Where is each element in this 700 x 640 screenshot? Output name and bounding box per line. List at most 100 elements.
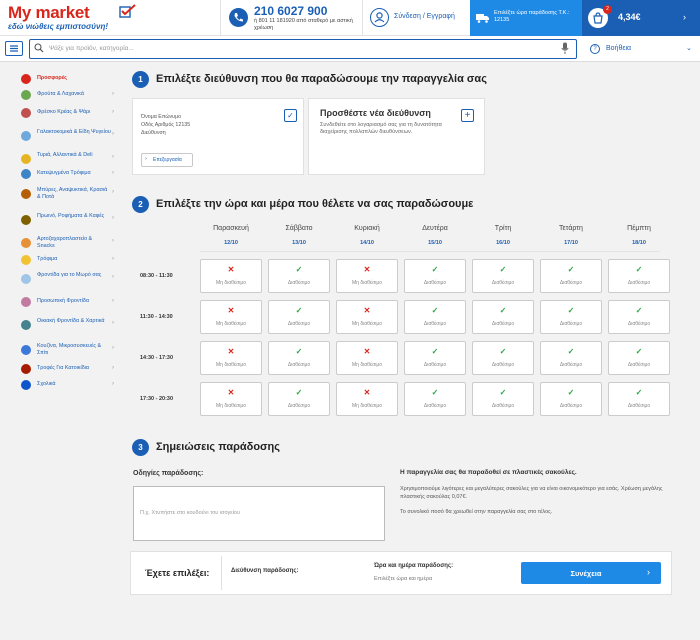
login-link[interactable]: Σύνδεση / Εγγραφή xyxy=(394,13,455,20)
time-slot-label: 08:30 - 11:30 xyxy=(140,273,173,279)
day-date: 12/10 xyxy=(224,240,238,246)
sidebar-item[interactable]: Πρωινό, Ροφήματα & Καφές › xyxy=(0,212,122,229)
available-slot[interactable]: ✓ Διαθέσιμο xyxy=(404,341,466,375)
slot-status: Διαθέσιμο xyxy=(287,403,311,409)
step2-title: Επιλέξτε την ώρα και μέρα που θέλετε να … xyxy=(156,198,474,210)
category-icon xyxy=(21,297,31,307)
sidebar-item[interactable]: Προσφορές xyxy=(0,74,122,91)
sidebar-item[interactable]: Τυριά, Αλλαντικά & Deli › xyxy=(0,151,122,168)
available-slot[interactable]: ✓ Διαθέσιμο xyxy=(540,300,602,334)
available-slot[interactable]: ✓ Διαθέσιμο xyxy=(404,382,466,416)
x-icon: ✕ xyxy=(227,388,235,397)
sidebar-item[interactable]: Φρέσκο Κρέας & Ψάρι › xyxy=(0,108,122,125)
sidebar-item[interactable]: Κατεψυγμένα Τρόφιμα › xyxy=(0,169,122,186)
menu-icon[interactable] xyxy=(5,41,23,56)
check-icon: ✓ xyxy=(635,265,643,274)
user-icon[interactable] xyxy=(370,8,389,27)
available-slot[interactable]: ✓ Διαθέσιμο xyxy=(404,300,466,334)
available-slot[interactable]: ✓ Διαθέσιμο xyxy=(608,300,670,334)
sidebar-item[interactable]: Προσωπική Φροντίδα › xyxy=(0,297,122,314)
bag-info-note: Το συνολικό ποσό θα χρεωθεί στην παραγγε… xyxy=(400,509,553,515)
slot-status: Διαθέσιμο xyxy=(627,362,651,368)
sidebar-item[interactable]: Τροφές Για Κατοικίδια › xyxy=(0,364,122,381)
slot-status: Διαθέσιμο xyxy=(627,403,651,409)
available-slot[interactable]: ✓ Διαθέσιμο xyxy=(608,382,670,416)
available-slot[interactable]: ✓ Διαθέσιμο xyxy=(404,259,466,293)
chevron-right-icon: › xyxy=(112,320,114,326)
chevron-down-icon[interactable]: ⌄ xyxy=(686,44,692,52)
cart-total: 4,34€ xyxy=(618,12,641,22)
check-icon: ✓ xyxy=(431,347,439,356)
sidebar-item[interactable]: Γαλακτοκομικά & Είδη Ψυγείου › xyxy=(0,128,122,145)
available-slot[interactable]: ✓ Διαθέσιμο xyxy=(540,341,602,375)
available-slot[interactable]: ✓ Διαθέσιμο xyxy=(608,259,670,293)
available-slot[interactable]: ✓ Διαθέσιμο xyxy=(608,341,670,375)
available-slot[interactable]: ✓ Διαθέσιμο xyxy=(268,341,330,375)
chevron-right-icon: › xyxy=(112,189,114,195)
sidebar-item[interactable]: Φροντίδα για το Μωρό σας › xyxy=(0,271,122,288)
check-icon: ✓ xyxy=(567,388,575,397)
unavailable-slot: ✕ Μη διαθέσιμο xyxy=(336,300,398,334)
divider xyxy=(200,251,660,252)
step-number: 1 xyxy=(132,71,149,88)
sidebar-item[interactable]: Κουζίνα, Μικροσυσκευές & Σπίτι › xyxy=(0,342,122,359)
slot-status: Διαθέσιμο xyxy=(287,280,311,286)
logo-check-icon xyxy=(119,4,136,18)
phone-number[interactable]: 210 6027 900 xyxy=(254,4,327,18)
check-icon: ✓ xyxy=(295,265,303,274)
available-slot[interactable]: ✓ Διαθέσιμο xyxy=(540,259,602,293)
my-market-logo[interactable]: My market εδώ νιώθεις εμπιστοσύνη! xyxy=(8,3,138,33)
truck-icon xyxy=(476,14,489,23)
category-icon xyxy=(21,74,31,84)
chevron-right-icon: › xyxy=(112,345,114,351)
available-slot[interactable]: ✓ Διαθέσιμο xyxy=(268,382,330,416)
step-number: 3 xyxy=(132,439,149,456)
available-slot[interactable]: ✓ Διαθέσιμο xyxy=(472,341,534,375)
x-icon: ✕ xyxy=(227,306,235,315)
check-icon: ✓ xyxy=(635,388,643,397)
available-slot[interactable]: ✓ Διαθέσιμο xyxy=(540,382,602,416)
slot-status: Διαθέσιμο xyxy=(287,321,311,327)
logo-brand: My market xyxy=(8,3,90,22)
slot-status: Διαθέσιμο xyxy=(559,403,583,409)
day-date: 18/10 xyxy=(632,240,646,246)
slot-status: Διαθέσιμο xyxy=(491,280,515,286)
sidebar-item[interactable]: Τρόφιμα › xyxy=(0,255,122,272)
help-dropdown[interactable]: Βοήθεια xyxy=(606,45,631,52)
unavailable-slot: ✕ Μη διαθέσιμο xyxy=(200,259,262,293)
available-slot[interactable]: ✓ Διαθέσιμο xyxy=(472,300,534,334)
sidebar-item[interactable]: Οικιακή Φροντίδα & Χαρτικά › xyxy=(0,317,122,334)
microphone-icon[interactable] xyxy=(561,42,569,55)
step-number: 2 xyxy=(132,196,149,213)
chevron-right-icon: › xyxy=(112,381,114,387)
available-slot[interactable]: ✓ Διαθέσιμο xyxy=(268,259,330,293)
slot-status: Μη διαθέσιμο xyxy=(352,280,382,286)
logo-slogan: εδώ νιώθεις εμπιστοσύνη! xyxy=(8,22,109,31)
slot-status: Μη διαθέσιμο xyxy=(216,403,246,409)
slot-status: Μη διαθέσιμο xyxy=(216,280,246,286)
unavailable-slot: ✕ Μη διαθέσιμο xyxy=(200,300,262,334)
summary-address-label: Διεύθυνση παράδοσης: xyxy=(231,568,299,574)
sidebar-item[interactable]: Σχολικά › xyxy=(0,380,122,397)
sidebar-item-label: Φροντίδα για το Μωρό σας xyxy=(37,272,102,278)
check-icon: ✓ xyxy=(635,306,643,315)
chevron-right-icon: › xyxy=(112,365,114,371)
category-icon xyxy=(21,380,31,390)
available-slot[interactable]: ✓ Διαθέσιμο xyxy=(268,300,330,334)
time-slot-label: 11:30 - 14:30 xyxy=(140,314,173,320)
phone-note: ή 801 11 181920 από σταθερό με αστική χρ… xyxy=(254,18,353,31)
sidebar-item[interactable]: Μπύρες, Αναψυκτικά, Κρασιά & Ποτά › xyxy=(0,186,122,203)
slot-status: Διαθέσιμο xyxy=(491,321,515,327)
sidebar-item[interactable]: Αρτοζαχαροπλαστείο & Snacks › xyxy=(0,235,122,252)
category-icon xyxy=(21,364,31,374)
add-address-button[interactable]: + xyxy=(461,109,474,122)
sidebar-item[interactable]: Φρούτα & Λαχανικά › xyxy=(0,90,122,107)
available-slot[interactable]: ✓ Διαθέσιμο xyxy=(472,382,534,416)
slot-status: Μη διαθέσιμο xyxy=(352,362,382,368)
chevron-right-icon: › xyxy=(145,156,147,162)
divider xyxy=(220,0,221,36)
address-selected-checkbox[interactable]: ✓ xyxy=(284,109,297,122)
day-date: 16/10 xyxy=(496,240,510,246)
day-name: Δευτέρα xyxy=(422,225,448,232)
available-slot[interactable]: ✓ Διαθέσιμο xyxy=(472,259,534,293)
